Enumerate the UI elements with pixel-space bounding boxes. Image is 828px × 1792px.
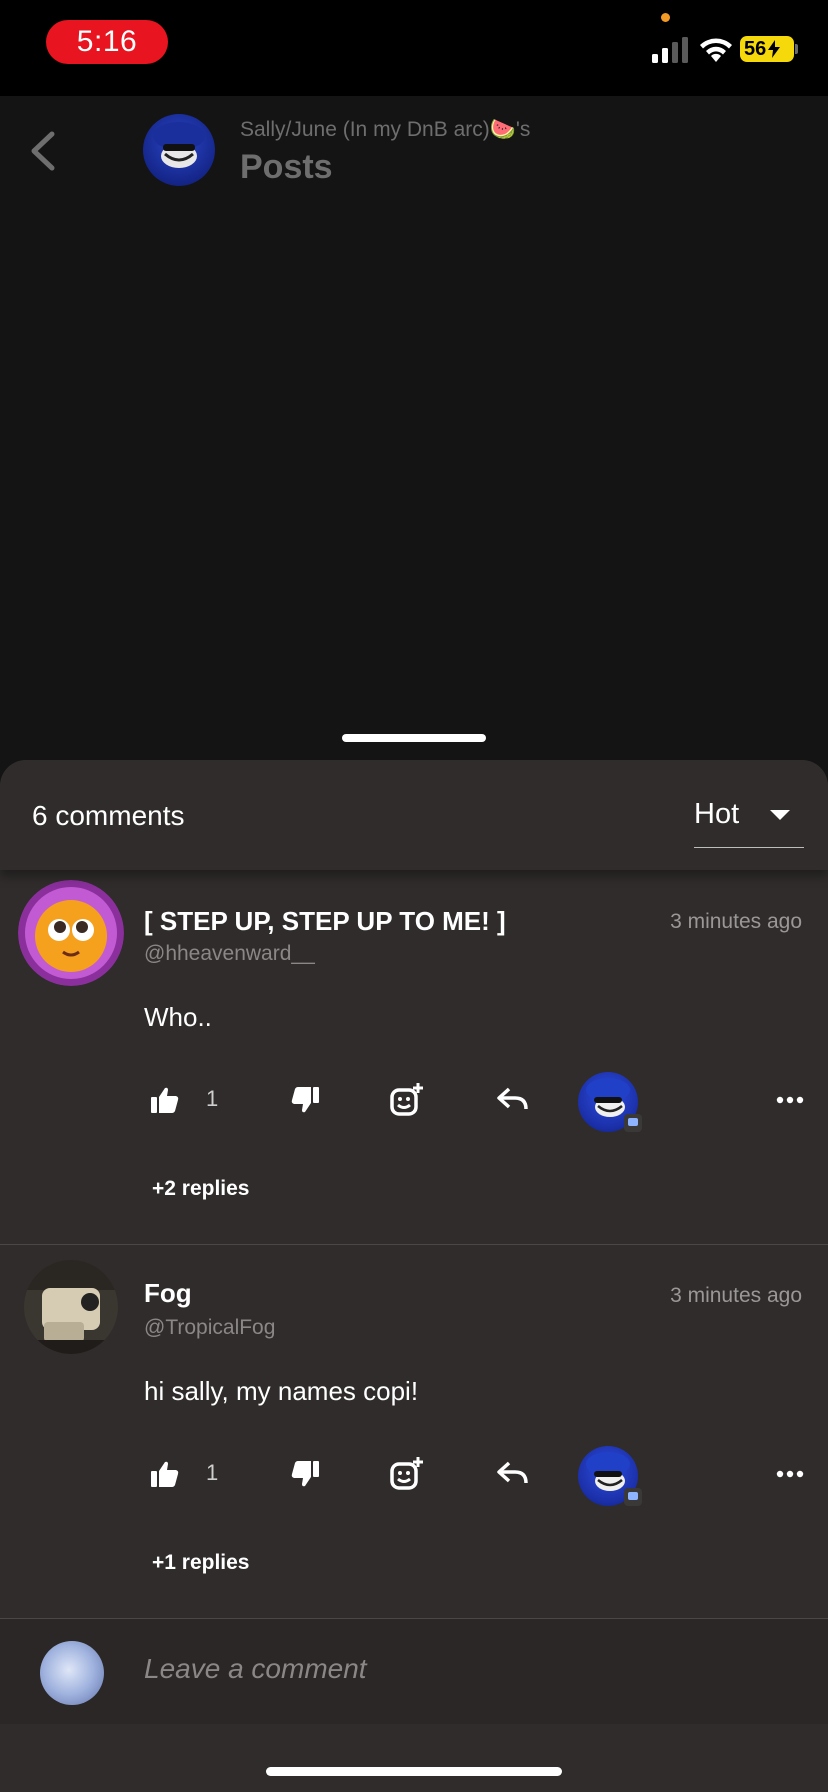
- comment-item: [ STEP UP, STEP UP TO ME! ] @hheavenward…: [0, 880, 828, 1246]
- profile-subtitle: Sally/June (In my DnB arc)🍉's: [240, 118, 531, 141]
- home-indicator[interactable]: [266, 1767, 562, 1776]
- privacy-indicator-dot: [661, 13, 670, 22]
- comment-timestamp: 3 minutes ago: [670, 1284, 802, 1307]
- thumbs-up-icon: [151, 1461, 179, 1487]
- more-dots-icon: [776, 1096, 804, 1104]
- commenter-avatar[interactable]: [18, 880, 124, 986]
- comment-timestamp: 3 minutes ago: [670, 910, 802, 933]
- add-reaction-button[interactable]: [380, 1070, 434, 1130]
- back-arrow-icon[interactable]: [24, 126, 64, 176]
- chat-bubble-icon: [628, 1492, 638, 1500]
- avatar-character-icon: [18, 880, 124, 986]
- current-user-avatar: [40, 1641, 104, 1705]
- add-reaction-button[interactable]: [380, 1444, 434, 1504]
- status-bar: 5:16 56: [0, 0, 828, 96]
- charging-bolt-icon: [768, 40, 781, 58]
- battery-tip: [795, 44, 798, 54]
- reaction-badge: [624, 1488, 642, 1506]
- view-replies-link[interactable]: +1 replies: [152, 1551, 249, 1575]
- chevron-down-icon: [770, 810, 790, 820]
- home-indicator-area: [0, 1724, 828, 1792]
- status-time: 5:16: [46, 20, 168, 64]
- cellular-signal-icon: [652, 37, 688, 63]
- commenter-name[interactable]: Fog: [144, 1278, 192, 1309]
- comment-count: 6 comments: [32, 800, 185, 831]
- comments-header: 6 comments Hot: [0, 760, 828, 870]
- like-button[interactable]: [140, 1444, 190, 1504]
- like-count: 1: [206, 1086, 219, 1111]
- dislike-button[interactable]: [280, 1444, 330, 1504]
- more-options-button[interactable]: [770, 1444, 810, 1504]
- like-button[interactable]: [140, 1070, 190, 1130]
- sort-selected-value: Hot: [694, 798, 740, 830]
- commenter-avatar[interactable]: [24, 1260, 118, 1354]
- reply-button[interactable]: [486, 1070, 540, 1130]
- comment-text: hi sally, my names copi!: [144, 1376, 419, 1406]
- comment-actions: 1: [0, 1444, 828, 1506]
- commenter-name[interactable]: [ STEP UP, STEP UP TO ME! ]: [144, 906, 506, 937]
- thumbs-down-icon: [291, 1087, 319, 1113]
- background-page: Sally/June (In my DnB arc)🍉's Posts: [0, 96, 828, 796]
- battery-indicator: 56: [740, 36, 794, 62]
- reply-arrow-icon: [497, 1461, 528, 1484]
- profile-avatar[interactable]: [143, 114, 215, 186]
- thumbs-up-icon: [151, 1087, 179, 1113]
- wifi-icon: [700, 38, 732, 62]
- sheet-grab-handle[interactable]: [342, 734, 486, 742]
- comment-item: Fog @TropicalFog 3 minutes ago hi sally,…: [0, 1260, 828, 1616]
- view-replies-link[interactable]: +2 replies: [152, 1177, 249, 1201]
- page-title: Posts: [240, 148, 333, 186]
- more-dots-icon: [776, 1470, 804, 1478]
- reply-arrow-icon: [497, 1087, 528, 1110]
- comment-divider: [0, 1244, 828, 1245]
- avatar-photo-icon: [24, 1260, 118, 1354]
- reaction-badge: [624, 1114, 642, 1132]
- dislike-button[interactable]: [280, 1070, 330, 1130]
- comment-input[interactable]: Leave a comment: [144, 1653, 367, 1685]
- comment-composer: Leave a comment: [0, 1618, 828, 1724]
- avatar-character-icon: [153, 122, 205, 168]
- battery-level: 56: [744, 37, 767, 60]
- more-options-button[interactable]: [770, 1070, 810, 1130]
- like-count: 1: [206, 1460, 219, 1485]
- commenter-handle[interactable]: @hheavenward__: [144, 942, 315, 966]
- comment-actions: 1: [0, 1070, 828, 1132]
- reply-button[interactable]: [486, 1444, 540, 1504]
- add-emoji-icon: [390, 1083, 423, 1116]
- add-emoji-icon: [390, 1457, 423, 1490]
- comment-text: Who..: [144, 1002, 212, 1032]
- sort-dropdown[interactable]: Hot: [694, 788, 804, 848]
- chat-bubble-icon: [628, 1118, 638, 1126]
- commenter-handle[interactable]: @TropicalFog: [144, 1316, 275, 1340]
- thumbs-down-icon: [291, 1461, 319, 1487]
